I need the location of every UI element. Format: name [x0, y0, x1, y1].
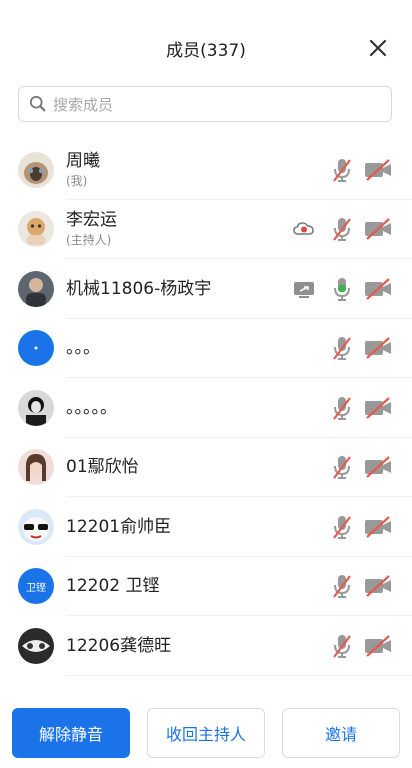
avatar [18, 508, 54, 545]
mic-muted-icon[interactable] [330, 335, 354, 361]
camera-off-icon[interactable] [364, 575, 392, 598]
member-row[interactable]: 12201俞帅臣 [0, 497, 412, 557]
avatar [18, 270, 54, 307]
member-list: 周曦 (我) 李宏运 (主持人) 机械11806-杨政宇 。。。 。。。。。 0… [0, 140, 412, 676]
mic-muted-icon[interactable] [330, 514, 354, 540]
member-row[interactable]: 机械11806-杨政宇 [0, 259, 412, 319]
avatar [18, 330, 54, 367]
footer-actions: 解除静音 收回主持人 邀请 [0, 700, 412, 768]
mic-muted-icon[interactable] [330, 395, 354, 421]
avatar [18, 211, 54, 248]
member-role: (主持人) [66, 233, 112, 248]
member-row[interactable]: 。。。。。 [0, 378, 412, 438]
camera-off-icon[interactable] [364, 634, 392, 657]
member-row[interactable]: 周曦 (我) [0, 140, 412, 200]
camera-off-icon[interactable] [364, 218, 392, 241]
member-row[interactable]: 卫铿 12202 卫铿 [0, 557, 412, 617]
member-name: 。。。 [66, 338, 100, 359]
search-icon [29, 95, 46, 112]
camera-off-icon[interactable] [364, 277, 392, 300]
search-placeholder: 搜索成员 [53, 95, 114, 114]
invite-button[interactable]: 邀请 [282, 708, 400, 758]
member-name: 周曦 [66, 150, 100, 171]
members-sheet: 成员(337) 搜索成员 周曦 (我) 李宏运 (主持人) 机械11806-杨政… [0, 0, 412, 768]
member-row[interactable]: 。。。 [0, 319, 412, 379]
member-name: 。。。。。 [66, 397, 117, 418]
member-name: 01鄢欣怡 [66, 457, 139, 478]
member-row[interactable]: 12206龚德旺 [0, 616, 412, 676]
member-row[interactable]: 李宏运 (主持人) [0, 200, 412, 260]
close-icon [369, 39, 387, 57]
unmute-all-button[interactable]: 解除静音 [12, 708, 130, 758]
camera-off-icon[interactable] [364, 337, 392, 360]
camera-off-icon[interactable] [364, 456, 392, 479]
member-name: 李宏运 [66, 210, 117, 231]
camera-off-icon[interactable] [364, 158, 392, 181]
mic-active-icon[interactable] [330, 276, 354, 302]
avatar [18, 151, 54, 188]
header: 成员(337) [0, 0, 412, 96]
avatar [18, 389, 54, 426]
screen-share-icon [292, 278, 316, 300]
member-role: (我) [66, 173, 88, 188]
mic-muted-icon[interactable] [330, 157, 354, 183]
cloud-record-icon [292, 218, 316, 240]
mic-muted-icon[interactable] [330, 633, 354, 659]
member-name: 12201俞帅臣 [66, 516, 172, 537]
camera-off-icon[interactable] [364, 396, 392, 419]
mic-muted-icon[interactable] [330, 454, 354, 480]
member-name: 12202 卫铿 [66, 576, 160, 597]
avatar [18, 449, 54, 486]
member-name: 机械11806-杨政宇 [66, 278, 212, 299]
close-button[interactable] [366, 36, 390, 60]
mic-muted-icon[interactable] [330, 573, 354, 599]
member-name: 12206龚德旺 [66, 635, 172, 656]
camera-off-icon[interactable] [364, 515, 392, 538]
avatar [18, 627, 54, 664]
avatar-text: 卫铿 [26, 582, 46, 594]
avatar: 卫铿 [18, 568, 54, 605]
reclaim-host-button[interactable]: 收回主持人 [147, 708, 265, 758]
member-row[interactable]: 01鄢欣怡 [0, 438, 412, 498]
search-input[interactable]: 搜索成员 [18, 86, 392, 122]
page-title: 成员(337) [166, 41, 246, 61]
mic-muted-icon[interactable] [330, 216, 354, 242]
